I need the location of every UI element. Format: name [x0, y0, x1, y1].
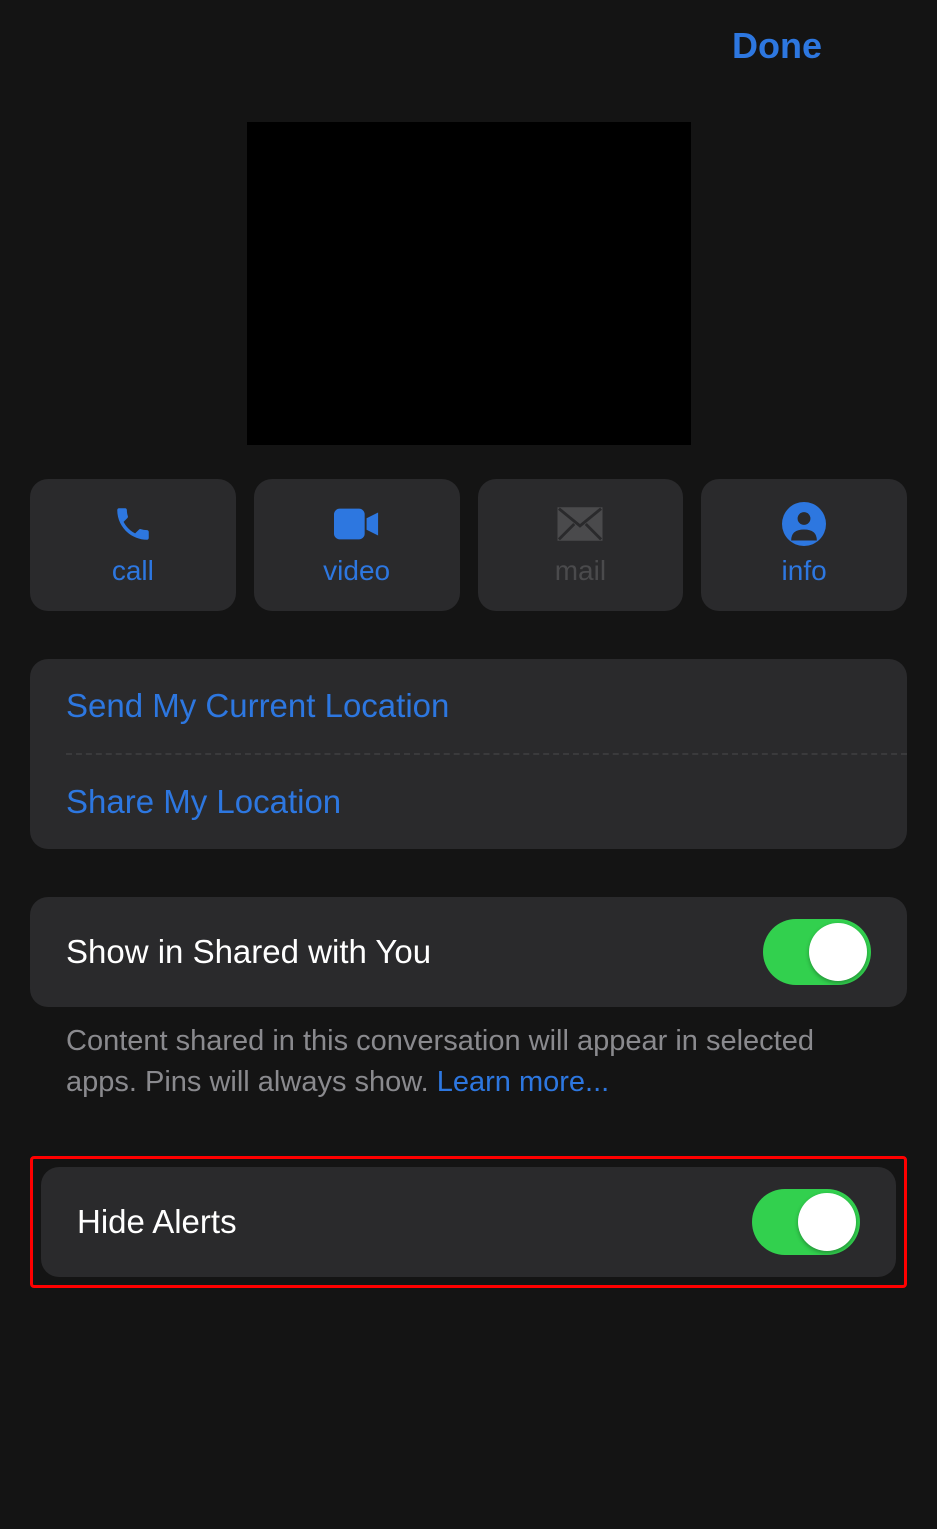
shared-with-you-section: Show in Shared with You [30, 897, 907, 1007]
hide-alerts-section: Hide Alerts [41, 1167, 896, 1277]
shared-with-you-toggle[interactable] [763, 919, 871, 985]
video-label: video [323, 555, 390, 587]
hide-alerts-toggle[interactable] [752, 1189, 860, 1255]
hide-alerts-row: Hide Alerts [41, 1167, 896, 1277]
toggle-knob [809, 923, 867, 981]
learn-more-link[interactable]: Learn more... [437, 1066, 609, 1098]
mail-icon [557, 503, 603, 545]
shared-with-you-description: Content shared in this conversation will… [30, 1007, 907, 1102]
toggle-knob [798, 1193, 856, 1251]
mail-button: mail [478, 479, 684, 611]
shared-with-you-row: Show in Shared with You [30, 897, 907, 1007]
call-label: call [112, 555, 154, 587]
highlighted-hide-alerts: Hide Alerts [30, 1156, 907, 1288]
call-button[interactable]: call [30, 479, 236, 611]
contact-photo-area [30, 122, 907, 445]
contact-photo [247, 122, 691, 445]
mail-label: mail [555, 555, 606, 587]
hide-alerts-label: Hide Alerts [77, 1203, 237, 1241]
shared-with-you-label: Show in Shared with You [66, 933, 431, 971]
person-circle-icon [781, 503, 827, 545]
location-section: Send My Current Location Share My Locati… [30, 659, 907, 849]
phone-icon [110, 503, 156, 545]
send-location-button[interactable]: Send My Current Location [30, 659, 907, 753]
info-label: info [782, 555, 827, 587]
header: Done [30, 0, 907, 67]
video-icon [334, 503, 380, 545]
action-row: call video mail info [30, 479, 907, 611]
done-button[interactable]: Done [732, 25, 822, 67]
share-location-button[interactable]: Share My Location [30, 755, 907, 849]
info-button[interactable]: info [701, 479, 907, 611]
video-button[interactable]: video [254, 479, 460, 611]
